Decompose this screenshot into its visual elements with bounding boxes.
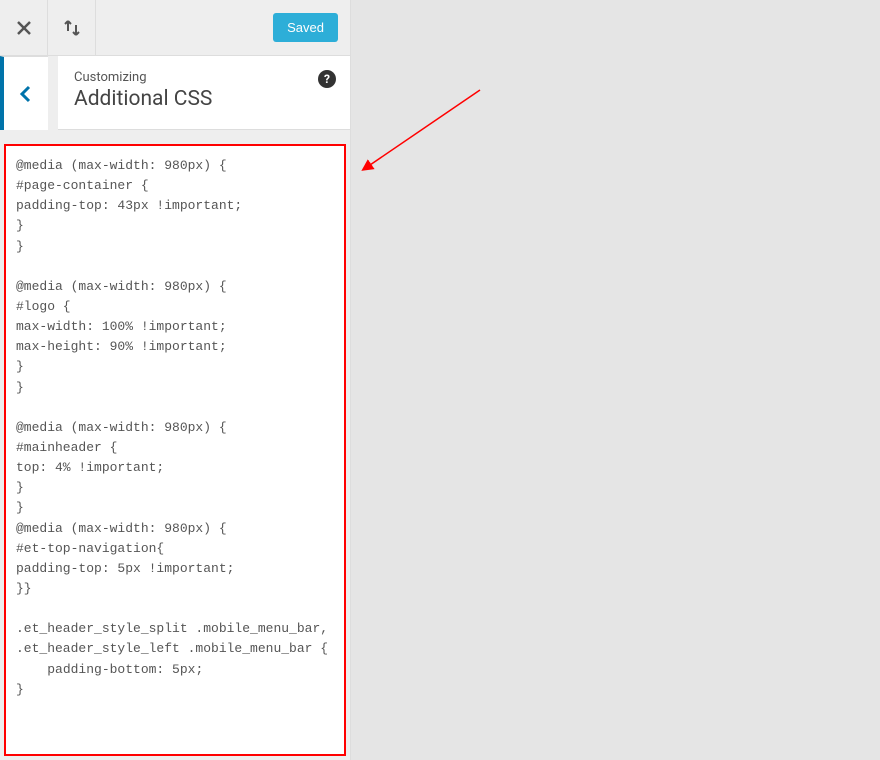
customizing-label: Customizing [74,70,334,85]
chevron-left-icon [19,85,33,103]
css-editor[interactable]: @media (max-width: 980px) { #page-contai… [4,144,346,756]
customizer-sidebar: Saved Customizing Additional CSS ? @medi… [0,0,351,760]
swap-icon [63,19,81,37]
section-header-panel: Customizing Additional CSS ? [58,56,350,130]
preview-pane [351,0,880,760]
section-title: Additional CSS [74,87,334,111]
help-button[interactable]: ? [318,70,336,88]
help-icon: ? [324,72,330,86]
back-button[interactable] [0,56,48,130]
customizer-toolbar: Saved [0,0,350,56]
device-toggle-button[interactable] [48,0,96,56]
section-header-row: Customizing Additional CSS ? [0,56,350,130]
close-icon [16,20,32,36]
close-button[interactable] [0,0,48,56]
saved-button[interactable]: Saved [273,13,338,42]
